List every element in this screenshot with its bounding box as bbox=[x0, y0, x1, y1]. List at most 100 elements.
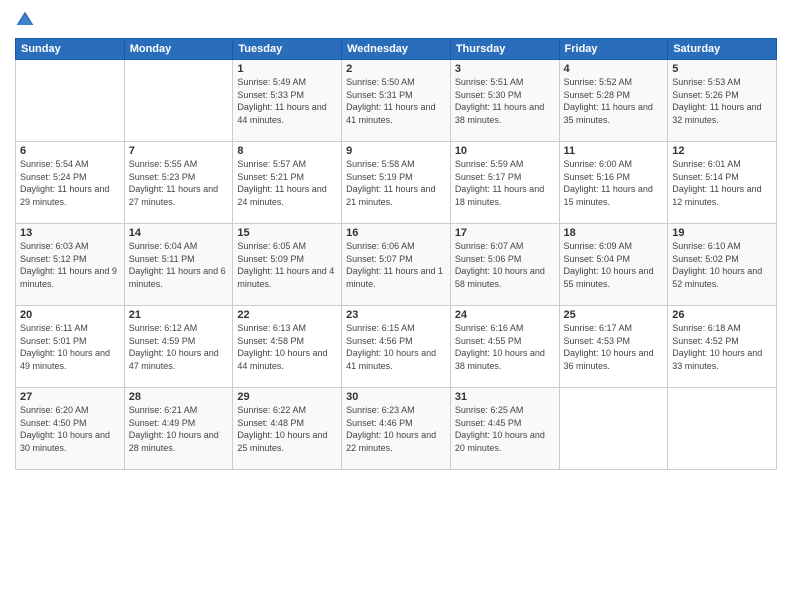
calendar-day-cell bbox=[124, 60, 233, 142]
calendar-day-cell: 28Sunrise: 6:21 AM Sunset: 4:49 PM Dayli… bbox=[124, 388, 233, 470]
calendar-week-row: 6Sunrise: 5:54 AM Sunset: 5:24 PM Daylig… bbox=[16, 142, 777, 224]
day-info: Sunrise: 5:55 AM Sunset: 5:23 PM Dayligh… bbox=[129, 158, 229, 208]
day-info: Sunrise: 6:11 AM Sunset: 5:01 PM Dayligh… bbox=[20, 322, 120, 372]
weekday-header: Monday bbox=[124, 39, 233, 60]
weekday-header: Sunday bbox=[16, 39, 125, 60]
calendar-day-cell bbox=[668, 388, 777, 470]
weekday-header: Friday bbox=[559, 39, 668, 60]
header bbox=[15, 10, 777, 30]
calendar-day-cell: 9Sunrise: 5:58 AM Sunset: 5:19 PM Daylig… bbox=[342, 142, 451, 224]
calendar-day-cell: 29Sunrise: 6:22 AM Sunset: 4:48 PM Dayli… bbox=[233, 388, 342, 470]
calendar-day-cell bbox=[16, 60, 125, 142]
day-number: 29 bbox=[237, 391, 337, 403]
calendar-day-cell: 11Sunrise: 6:00 AM Sunset: 5:16 PM Dayli… bbox=[559, 142, 668, 224]
day-number: 7 bbox=[129, 145, 229, 157]
weekday-header: Thursday bbox=[450, 39, 559, 60]
calendar-day-cell: 23Sunrise: 6:15 AM Sunset: 4:56 PM Dayli… bbox=[342, 306, 451, 388]
day-number: 21 bbox=[129, 309, 229, 321]
day-info: Sunrise: 6:09 AM Sunset: 5:04 PM Dayligh… bbox=[564, 240, 664, 290]
calendar-day-cell: 25Sunrise: 6:17 AM Sunset: 4:53 PM Dayli… bbox=[559, 306, 668, 388]
calendar-week-row: 1Sunrise: 5:49 AM Sunset: 5:33 PM Daylig… bbox=[16, 60, 777, 142]
day-number: 9 bbox=[346, 145, 446, 157]
day-info: Sunrise: 6:25 AM Sunset: 4:45 PM Dayligh… bbox=[455, 404, 555, 454]
calendar-day-cell: 20Sunrise: 6:11 AM Sunset: 5:01 PM Dayli… bbox=[16, 306, 125, 388]
day-number: 11 bbox=[564, 145, 664, 157]
day-info: Sunrise: 6:06 AM Sunset: 5:07 PM Dayligh… bbox=[346, 240, 446, 290]
day-info: Sunrise: 6:03 AM Sunset: 5:12 PM Dayligh… bbox=[20, 240, 120, 290]
day-info: Sunrise: 5:49 AM Sunset: 5:33 PM Dayligh… bbox=[237, 76, 337, 126]
calendar-day-cell: 24Sunrise: 6:16 AM Sunset: 4:55 PM Dayli… bbox=[450, 306, 559, 388]
day-info: Sunrise: 5:50 AM Sunset: 5:31 PM Dayligh… bbox=[346, 76, 446, 126]
day-number: 27 bbox=[20, 391, 120, 403]
calendar-day-cell: 21Sunrise: 6:12 AM Sunset: 4:59 PM Dayli… bbox=[124, 306, 233, 388]
calendar-body: 1Sunrise: 5:49 AM Sunset: 5:33 PM Daylig… bbox=[16, 60, 777, 470]
day-info: Sunrise: 5:57 AM Sunset: 5:21 PM Dayligh… bbox=[237, 158, 337, 208]
day-number: 2 bbox=[346, 63, 446, 75]
calendar-day-cell: 30Sunrise: 6:23 AM Sunset: 4:46 PM Dayli… bbox=[342, 388, 451, 470]
day-info: Sunrise: 6:15 AM Sunset: 4:56 PM Dayligh… bbox=[346, 322, 446, 372]
day-info: Sunrise: 6:05 AM Sunset: 5:09 PM Dayligh… bbox=[237, 240, 337, 290]
calendar-day-cell: 27Sunrise: 6:20 AM Sunset: 4:50 PM Dayli… bbox=[16, 388, 125, 470]
calendar-day-cell: 12Sunrise: 6:01 AM Sunset: 5:14 PM Dayli… bbox=[668, 142, 777, 224]
day-number: 15 bbox=[237, 227, 337, 239]
weekday-header: Saturday bbox=[668, 39, 777, 60]
day-info: Sunrise: 6:10 AM Sunset: 5:02 PM Dayligh… bbox=[672, 240, 772, 290]
day-info: Sunrise: 5:53 AM Sunset: 5:26 PM Dayligh… bbox=[672, 76, 772, 126]
calendar-day-cell: 8Sunrise: 5:57 AM Sunset: 5:21 PM Daylig… bbox=[233, 142, 342, 224]
calendar-day-cell bbox=[559, 388, 668, 470]
day-info: Sunrise: 5:58 AM Sunset: 5:19 PM Dayligh… bbox=[346, 158, 446, 208]
day-number: 23 bbox=[346, 309, 446, 321]
day-info: Sunrise: 5:54 AM Sunset: 5:24 PM Dayligh… bbox=[20, 158, 120, 208]
day-number: 12 bbox=[672, 145, 772, 157]
calendar-day-cell: 22Sunrise: 6:13 AM Sunset: 4:58 PM Dayli… bbox=[233, 306, 342, 388]
calendar-day-cell: 7Sunrise: 5:55 AM Sunset: 5:23 PM Daylig… bbox=[124, 142, 233, 224]
calendar-day-cell: 13Sunrise: 6:03 AM Sunset: 5:12 PM Dayli… bbox=[16, 224, 125, 306]
day-number: 31 bbox=[455, 391, 555, 403]
day-info: Sunrise: 5:59 AM Sunset: 5:17 PM Dayligh… bbox=[455, 158, 555, 208]
calendar-day-cell: 14Sunrise: 6:04 AM Sunset: 5:11 PM Dayli… bbox=[124, 224, 233, 306]
day-info: Sunrise: 6:18 AM Sunset: 4:52 PM Dayligh… bbox=[672, 322, 772, 372]
day-number: 18 bbox=[564, 227, 664, 239]
day-number: 10 bbox=[455, 145, 555, 157]
calendar-day-cell: 2Sunrise: 5:50 AM Sunset: 5:31 PM Daylig… bbox=[342, 60, 451, 142]
day-number: 17 bbox=[455, 227, 555, 239]
calendar-day-cell: 17Sunrise: 6:07 AM Sunset: 5:06 PM Dayli… bbox=[450, 224, 559, 306]
day-number: 28 bbox=[129, 391, 229, 403]
day-number: 22 bbox=[237, 309, 337, 321]
weekday-header: Wednesday bbox=[342, 39, 451, 60]
day-info: Sunrise: 6:16 AM Sunset: 4:55 PM Dayligh… bbox=[455, 322, 555, 372]
calendar-day-cell: 19Sunrise: 6:10 AM Sunset: 5:02 PM Dayli… bbox=[668, 224, 777, 306]
day-info: Sunrise: 5:52 AM Sunset: 5:28 PM Dayligh… bbox=[564, 76, 664, 126]
day-info: Sunrise: 6:00 AM Sunset: 5:16 PM Dayligh… bbox=[564, 158, 664, 208]
day-info: Sunrise: 6:13 AM Sunset: 4:58 PM Dayligh… bbox=[237, 322, 337, 372]
day-info: Sunrise: 6:23 AM Sunset: 4:46 PM Dayligh… bbox=[346, 404, 446, 454]
day-number: 19 bbox=[672, 227, 772, 239]
day-number: 16 bbox=[346, 227, 446, 239]
calendar-day-cell: 1Sunrise: 5:49 AM Sunset: 5:33 PM Daylig… bbox=[233, 60, 342, 142]
day-info: Sunrise: 6:17 AM Sunset: 4:53 PM Dayligh… bbox=[564, 322, 664, 372]
calendar-day-cell: 10Sunrise: 5:59 AM Sunset: 5:17 PM Dayli… bbox=[450, 142, 559, 224]
calendar-day-cell: 15Sunrise: 6:05 AM Sunset: 5:09 PM Dayli… bbox=[233, 224, 342, 306]
day-info: Sunrise: 6:04 AM Sunset: 5:11 PM Dayligh… bbox=[129, 240, 229, 290]
day-number: 3 bbox=[455, 63, 555, 75]
logo-icon bbox=[15, 10, 35, 30]
calendar-day-cell: 4Sunrise: 5:52 AM Sunset: 5:28 PM Daylig… bbox=[559, 60, 668, 142]
day-number: 30 bbox=[346, 391, 446, 403]
logo bbox=[15, 10, 39, 30]
calendar-day-cell: 26Sunrise: 6:18 AM Sunset: 4:52 PM Dayli… bbox=[668, 306, 777, 388]
calendar-day-cell: 31Sunrise: 6:25 AM Sunset: 4:45 PM Dayli… bbox=[450, 388, 559, 470]
weekday-row: SundayMondayTuesdayWednesdayThursdayFrid… bbox=[16, 39, 777, 60]
calendar-week-row: 27Sunrise: 6:20 AM Sunset: 4:50 PM Dayli… bbox=[16, 388, 777, 470]
day-info: Sunrise: 6:21 AM Sunset: 4:49 PM Dayligh… bbox=[129, 404, 229, 454]
day-info: Sunrise: 5:51 AM Sunset: 5:30 PM Dayligh… bbox=[455, 76, 555, 126]
day-number: 14 bbox=[129, 227, 229, 239]
day-number: 26 bbox=[672, 309, 772, 321]
calendar-week-row: 20Sunrise: 6:11 AM Sunset: 5:01 PM Dayli… bbox=[16, 306, 777, 388]
day-number: 24 bbox=[455, 309, 555, 321]
calendar-day-cell: 16Sunrise: 6:06 AM Sunset: 5:07 PM Dayli… bbox=[342, 224, 451, 306]
calendar-week-row: 13Sunrise: 6:03 AM Sunset: 5:12 PM Dayli… bbox=[16, 224, 777, 306]
calendar-day-cell: 3Sunrise: 5:51 AM Sunset: 5:30 PM Daylig… bbox=[450, 60, 559, 142]
day-number: 8 bbox=[237, 145, 337, 157]
day-number: 25 bbox=[564, 309, 664, 321]
calendar-header: SundayMondayTuesdayWednesdayThursdayFrid… bbox=[16, 39, 777, 60]
